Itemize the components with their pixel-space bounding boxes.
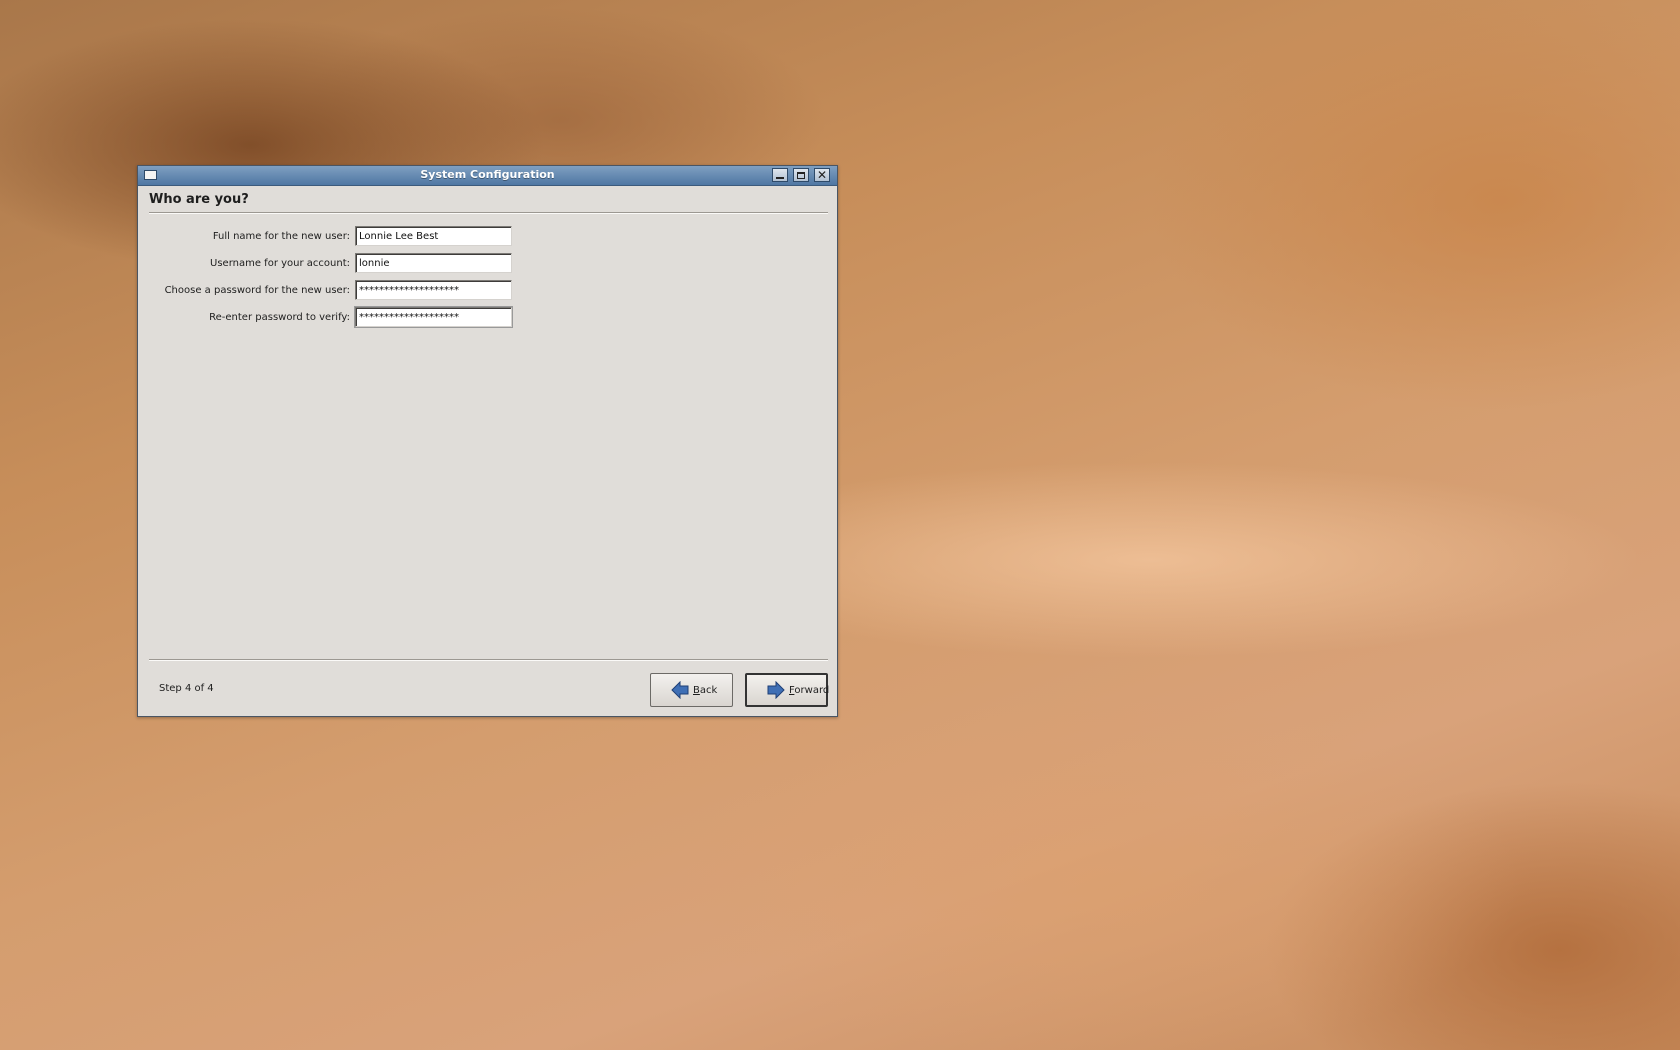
maximize-button[interactable] <box>793 168 809 182</box>
arrow-right-icon <box>767 681 785 699</box>
fullname-field-box <box>355 226 512 246</box>
window-title: System Configuration <box>420 168 555 181</box>
minimize-icon <box>776 177 784 179</box>
username-field-box <box>355 253 512 273</box>
username-input[interactable] <box>356 254 511 272</box>
fullname-label: Full name for the new user: <box>212 231 350 242</box>
bottom-separator <box>149 659 828 661</box>
verify-password-field-box <box>354 306 513 328</box>
fullname-row: Full name for the new user: <box>138 226 538 248</box>
password-row: Choose a password for the new user: <box>138 280 538 302</box>
back-label: Back <box>693 684 718 696</box>
verify-password-row: Re-enter password to verify: <box>138 306 538 329</box>
arrow-left-icon <box>671 681 689 699</box>
window-titlebar[interactable]: System Configuration ✕ <box>138 166 837 186</box>
minimize-button[interactable] <box>772 168 788 182</box>
forward-button[interactable]: Forward <box>745 673 830 707</box>
verify-password-input[interactable] <box>356 308 511 326</box>
page-heading: Who are you? <box>149 192 249 207</box>
username-row: Username for your account: <box>138 253 538 275</box>
verify-password-label: Re-enter password to verify: <box>209 312 350 323</box>
close-icon: ✕ <box>816 168 828 182</box>
top-separator <box>149 212 828 214</box>
password-field-box <box>355 280 512 300</box>
close-button[interactable]: ✕ <box>814 168 830 182</box>
username-label: Username for your account: <box>210 258 350 269</box>
step-indicator: Step 4 of 4 <box>159 683 214 694</box>
fullname-input[interactable] <box>356 227 511 245</box>
password-label: Choose a password for the new user: <box>164 285 350 296</box>
password-input[interactable] <box>356 281 511 299</box>
maximize-icon <box>797 171 805 179</box>
system-configuration-window: System Configuration ✕ Who are you? Full… <box>137 165 838 717</box>
forward-label: Forward <box>789 684 830 696</box>
back-button[interactable]: Back <box>650 673 733 707</box>
